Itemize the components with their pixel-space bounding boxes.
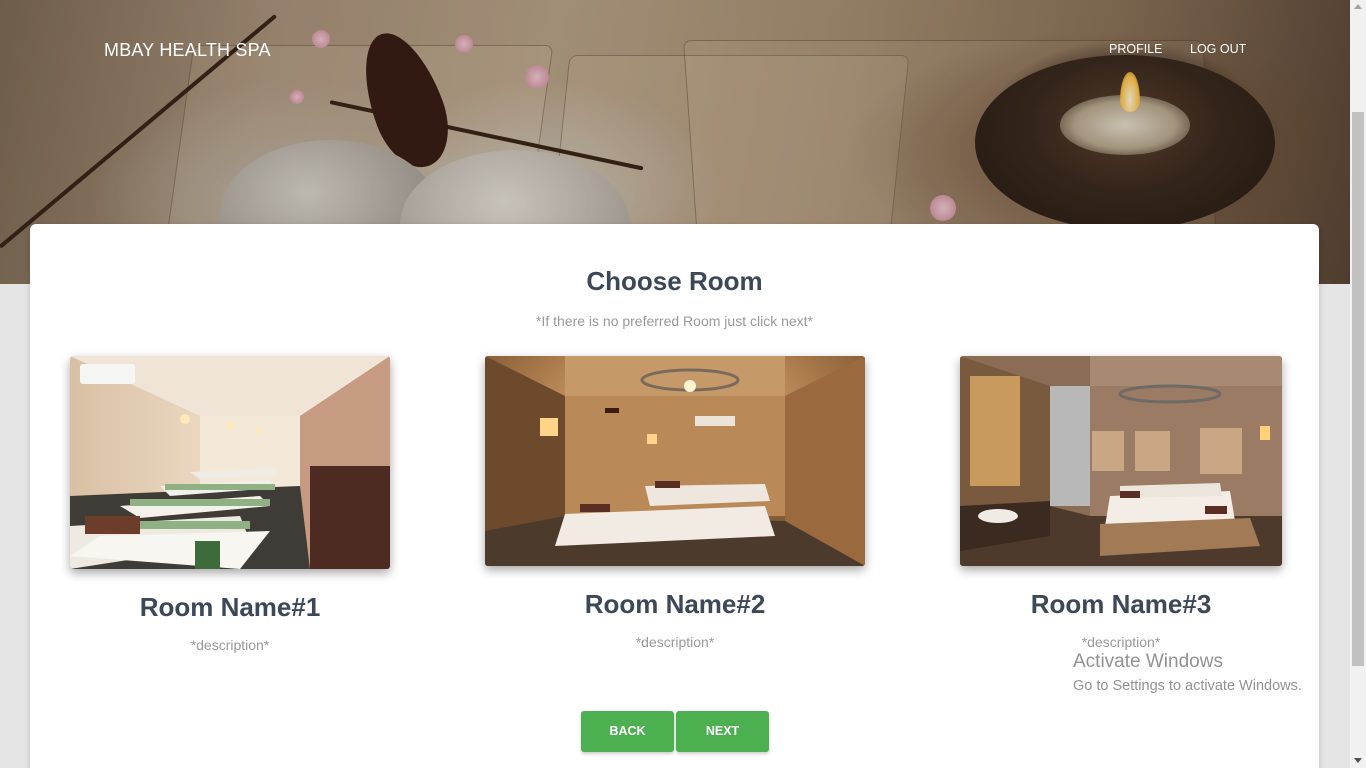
scroll-down-arrow-icon[interactable]: [1354, 758, 1362, 763]
room-1-description: *description*: [190, 637, 270, 653]
top-navbar: MBAY HEALTH SPA PROFILE LOG OUT: [0, 0, 1350, 100]
room-2-photo[interactable]: [485, 356, 865, 566]
vertical-scrollbar[interactable]: [1350, 0, 1366, 768]
brand-logo-link[interactable]: MBAY HEALTH SPA: [104, 40, 271, 61]
nav-logout-link[interactable]: LOG OUT: [1190, 42, 1246, 56]
room-3-photo[interactable]: [960, 356, 1282, 566]
nav-profile-link[interactable]: PROFILE: [1109, 42, 1163, 56]
watermark-title: Activate Windows: [1073, 651, 1223, 672]
room-3-name: Room Name#3: [1030, 589, 1212, 619]
room-2-name: Room Name#2: [584, 589, 766, 619]
activate-windows-watermark: Activate Windows Go to Settings to activ…: [1073, 651, 1302, 694]
page-subtitle: *If there is no preferred Room just clic…: [535, 313, 813, 329]
room-2-description: *description*: [635, 634, 715, 650]
next-button[interactable]: NEXT: [676, 711, 769, 752]
back-button[interactable]: BACK: [581, 711, 674, 752]
scrollbar-thumb[interactable]: [1352, 112, 1364, 666]
scroll-up-arrow-icon[interactable]: [1354, 4, 1362, 9]
room-1-photo[interactable]: [70, 356, 390, 569]
watermark-subtitle: Go to Settings to activate Windows.: [1073, 678, 1302, 694]
page-title: Choose Room: [586, 266, 763, 296]
room-3-description: *description*: [1081, 634, 1161, 650]
room-1-name: Room Name#1: [139, 592, 321, 622]
